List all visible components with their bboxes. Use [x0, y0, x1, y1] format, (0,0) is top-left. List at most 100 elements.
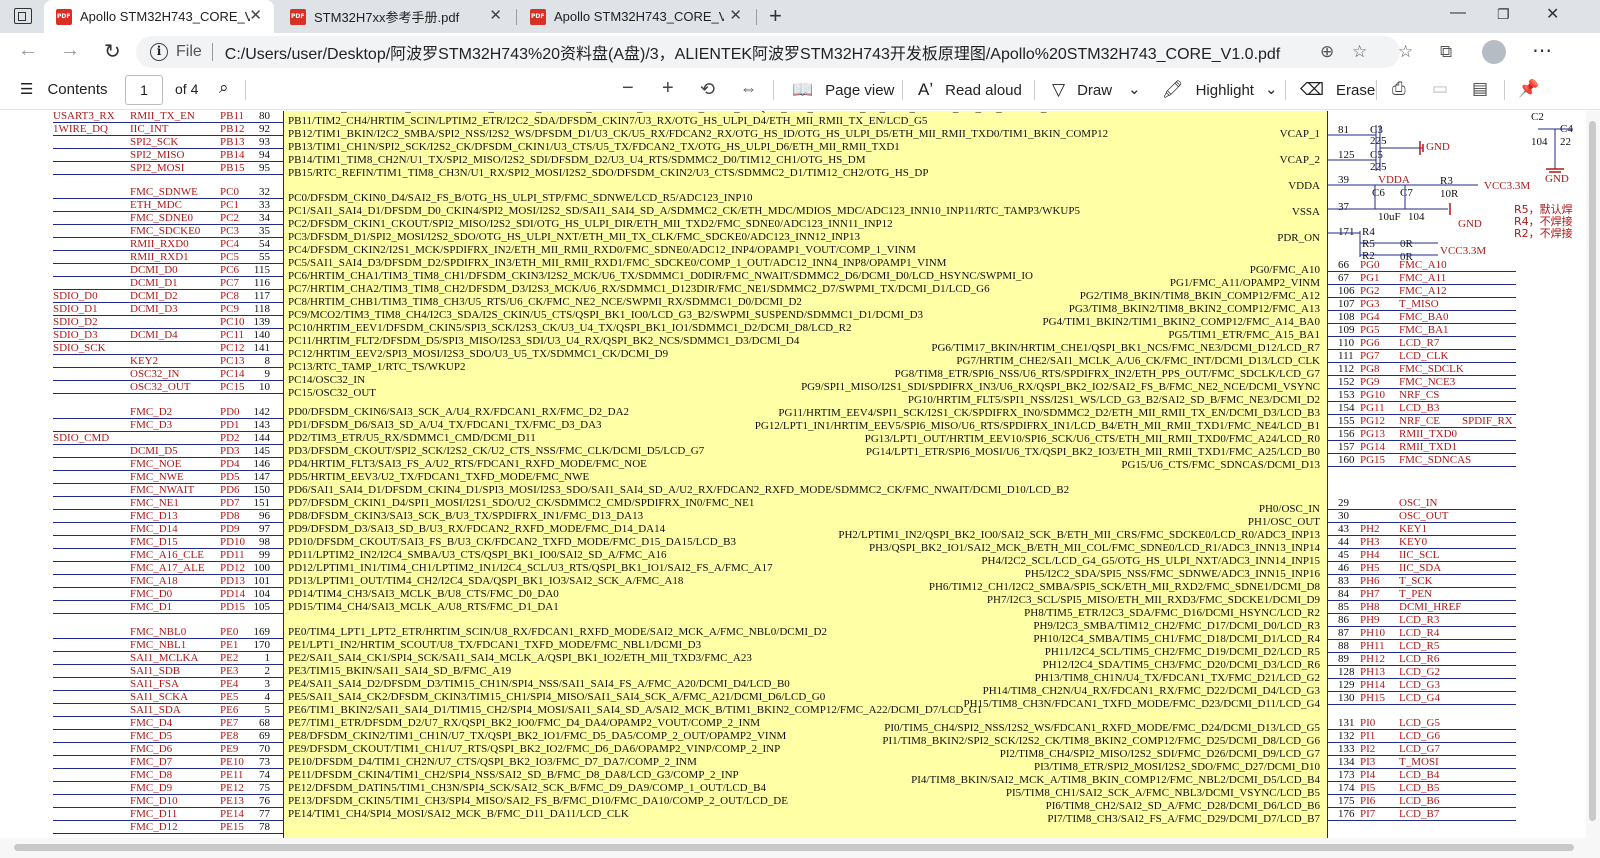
pin-number: 87 — [1338, 627, 1349, 639]
zoom-out-icon[interactable]: − — [622, 77, 634, 100]
zoom-in-icon[interactable]: + — [662, 77, 674, 100]
pin-function-text: PC3/DFSDM_D1/SPI2_MOSI/I2S2_SDO/OTG_HS_U… — [288, 231, 861, 243]
pin-number: 83 — [1338, 575, 1349, 587]
fit-page-icon[interactable]: ⇔ — [740, 79, 757, 99]
erase-button[interactable]: ⌫ Erase — [1300, 80, 1375, 100]
scrollbar-thumb[interactable] — [1589, 121, 1596, 821]
pin-number: 29 — [1338, 497, 1349, 509]
pin-number: 128 — [1338, 666, 1355, 678]
close-tab-icon[interactable]: ✕ — [249, 8, 262, 24]
draw-dropdown[interactable]: ⌄ — [1128, 80, 1141, 98]
save-icon[interactable]: ▭ — [1432, 79, 1448, 99]
forward-arrow-icon[interactable]: → — [60, 39, 80, 62]
toolbar-divider — [1504, 80, 1505, 100]
pin-function-text: PE6/TIM1_BKIN2/SAI1_SAI4_D1/TIM15_CH2/SP… — [288, 704, 983, 716]
read-aloud-label: Read aloud — [945, 81, 1022, 99]
tab-reference-manual[interactable]: STM32H7xx参考手册.pdf ✕ — [278, 0, 514, 33]
pin-name: PC4 — [220, 238, 239, 250]
pin-toolbar-icon[interactable]: 📌 — [1518, 79, 1539, 99]
pin-number: 157 — [1338, 441, 1355, 453]
pin-name: PH14 — [1360, 679, 1386, 691]
pin-name: PI0 — [1360, 717, 1376, 729]
favorites-icon[interactable]: ☆ — [1398, 42, 1413, 62]
pin-number: 129 — [1338, 679, 1355, 691]
toolbar-divider — [245, 80, 246, 100]
reload-icon[interactable]: ↻ — [104, 39, 121, 64]
pin-name: PH10 — [1360, 627, 1386, 639]
net-label: LCD_G4 — [1399, 692, 1440, 704]
net-label: ETH_MDC — [130, 199, 182, 211]
draw-button[interactable]: ▽ Draw — [1052, 80, 1112, 100]
pin-number: 150 — [253, 484, 271, 496]
net-label: LCD_CLK — [1399, 350, 1449, 362]
left-net-label: 1WIRE_DQ — [53, 123, 108, 135]
save-as-icon[interactable]: ▤ — [1472, 79, 1488, 99]
rotate-icon[interactable]: ⟲ — [700, 79, 715, 100]
net-label: IIC_SCL — [1399, 549, 1440, 561]
url-divider — [211, 43, 213, 61]
contents-button[interactable]: ☰ Contents — [20, 80, 108, 99]
tab-title: Apollo STM32H743_CORE_V1.0.pdf — [554, 9, 724, 24]
pin-name: PB13 — [220, 136, 245, 148]
print-icon[interactable]: ⎙ — [1392, 79, 1406, 99]
pin-name: PE6 — [220, 704, 239, 716]
search-icon[interactable]: ⌕ — [219, 78, 229, 98]
collections-icon[interactable]: ⧉ — [1440, 42, 1452, 62]
pin-number: 134 — [1338, 756, 1355, 768]
net-label: FMC_NCE3 — [1399, 376, 1456, 388]
page-number-input[interactable]: 1 — [125, 75, 163, 105]
read-aloud-icon: A͏ʼ — [918, 80, 934, 99]
highlight-button[interactable]: 🖍 Highlight — [1162, 80, 1254, 100]
list-icon: ☰ — [20, 81, 34, 98]
net-label: LCD_B7 — [1399, 808, 1440, 820]
restore-icon[interactable]: ❐ — [1497, 6, 1510, 23]
power-pin-label: VDDA — [1288, 180, 1320, 192]
pin-number: 155 — [1338, 415, 1355, 427]
pin-function-text: PC2/DFSDM_CKIN1_CKOUT/SPI2_MISO/I2S2_SDI… — [288, 218, 893, 230]
net-label: FMC_SDCLK — [1399, 363, 1464, 375]
pin-name: PG14 — [1360, 441, 1386, 453]
pdf-document-view[interactable]: USART3_RX RMII_TX_EN PB11 80 1WIRE_DQ IIC_INT… — [0, 111, 1600, 858]
scrollbar-thumb[interactable] — [14, 844, 1574, 851]
info-icon[interactable]: i — [150, 43, 168, 61]
window-menu-icon[interactable] — [14, 8, 32, 24]
close-tab-icon[interactable]: ✕ — [729, 8, 742, 24]
tab-title: Apollo STM32H743_CORE_V1.0.pdf — [80, 9, 250, 24]
pin-name: PG2 — [1360, 285, 1380, 297]
tab-apollo-core-2[interactable]: Apollo STM32H743_CORE_V1.0.pdf ✕ — [518, 0, 754, 33]
pin-function-text: PB12/TIM1_BKIN/I2C2_SMBA/SPI2_NSS/I2S2_W… — [288, 128, 1109, 140]
pin-number: 92 — [259, 123, 270, 135]
highlight-dropdown[interactable]: ⌄ — [1265, 80, 1278, 98]
pin-number: 34 — [259, 212, 270, 224]
pin-number: 109 — [1338, 324, 1355, 336]
net-label: LCD_G3 — [1399, 679, 1440, 691]
power-pin-label: PDR_ON — [1277, 232, 1320, 244]
tab-separator — [756, 9, 757, 25]
close-tab-icon[interactable]: ✕ — [489, 8, 502, 24]
pin-name: PG12 — [1360, 415, 1386, 427]
profile-avatar-icon[interactable] — [1482, 40, 1506, 64]
pin-number: 160 — [1338, 454, 1355, 466]
back-arrow-icon[interactable]: ← — [18, 39, 38, 62]
pdf-file-icon — [56, 8, 72, 25]
pin-number: 110 — [1338, 337, 1355, 349]
new-tab-icon[interactable]: + — [769, 4, 782, 28]
page-view-label: Page view — [825, 81, 895, 99]
tab-apollo-core[interactable]: Apollo STM32H743_CORE_V1.0.pdf ✕ — [44, 0, 274, 33]
add-favorite-icon[interactable]: ☆ — [1352, 42, 1367, 62]
net-label: LCD_R4 — [1399, 627, 1440, 639]
close-window-icon[interactable]: ✕ — [1546, 4, 1559, 24]
zoom-icon[interactable]: ⊕ — [1320, 42, 1334, 62]
horizontal-scrollbar[interactable] — [0, 838, 1600, 858]
toolbar-divider — [1376, 80, 1377, 100]
minimize-icon[interactable]: — — [1450, 4, 1466, 22]
address-bar[interactable]: i File C:/Users/user/Desktop/阿波罗STM32H74… — [136, 36, 1400, 68]
vertical-scrollbar[interactable] — [1586, 111, 1600, 838]
read-aloud-button[interactable]: A͏ʼ Read aloud — [918, 80, 1022, 100]
pin-name: PG10 — [1360, 389, 1386, 401]
pin-number: 43 — [1338, 523, 1349, 535]
more-options-icon[interactable]: ⋯ — [1532, 38, 1552, 63]
page-view-button[interactable]: 📖 Page view — [792, 80, 894, 100]
url-text[interactable]: C:/Users/user/Desktop/阿波罗STM32H743%20资料盘… — [225, 40, 1280, 64]
pin-name: PG1 — [1360, 272, 1380, 284]
